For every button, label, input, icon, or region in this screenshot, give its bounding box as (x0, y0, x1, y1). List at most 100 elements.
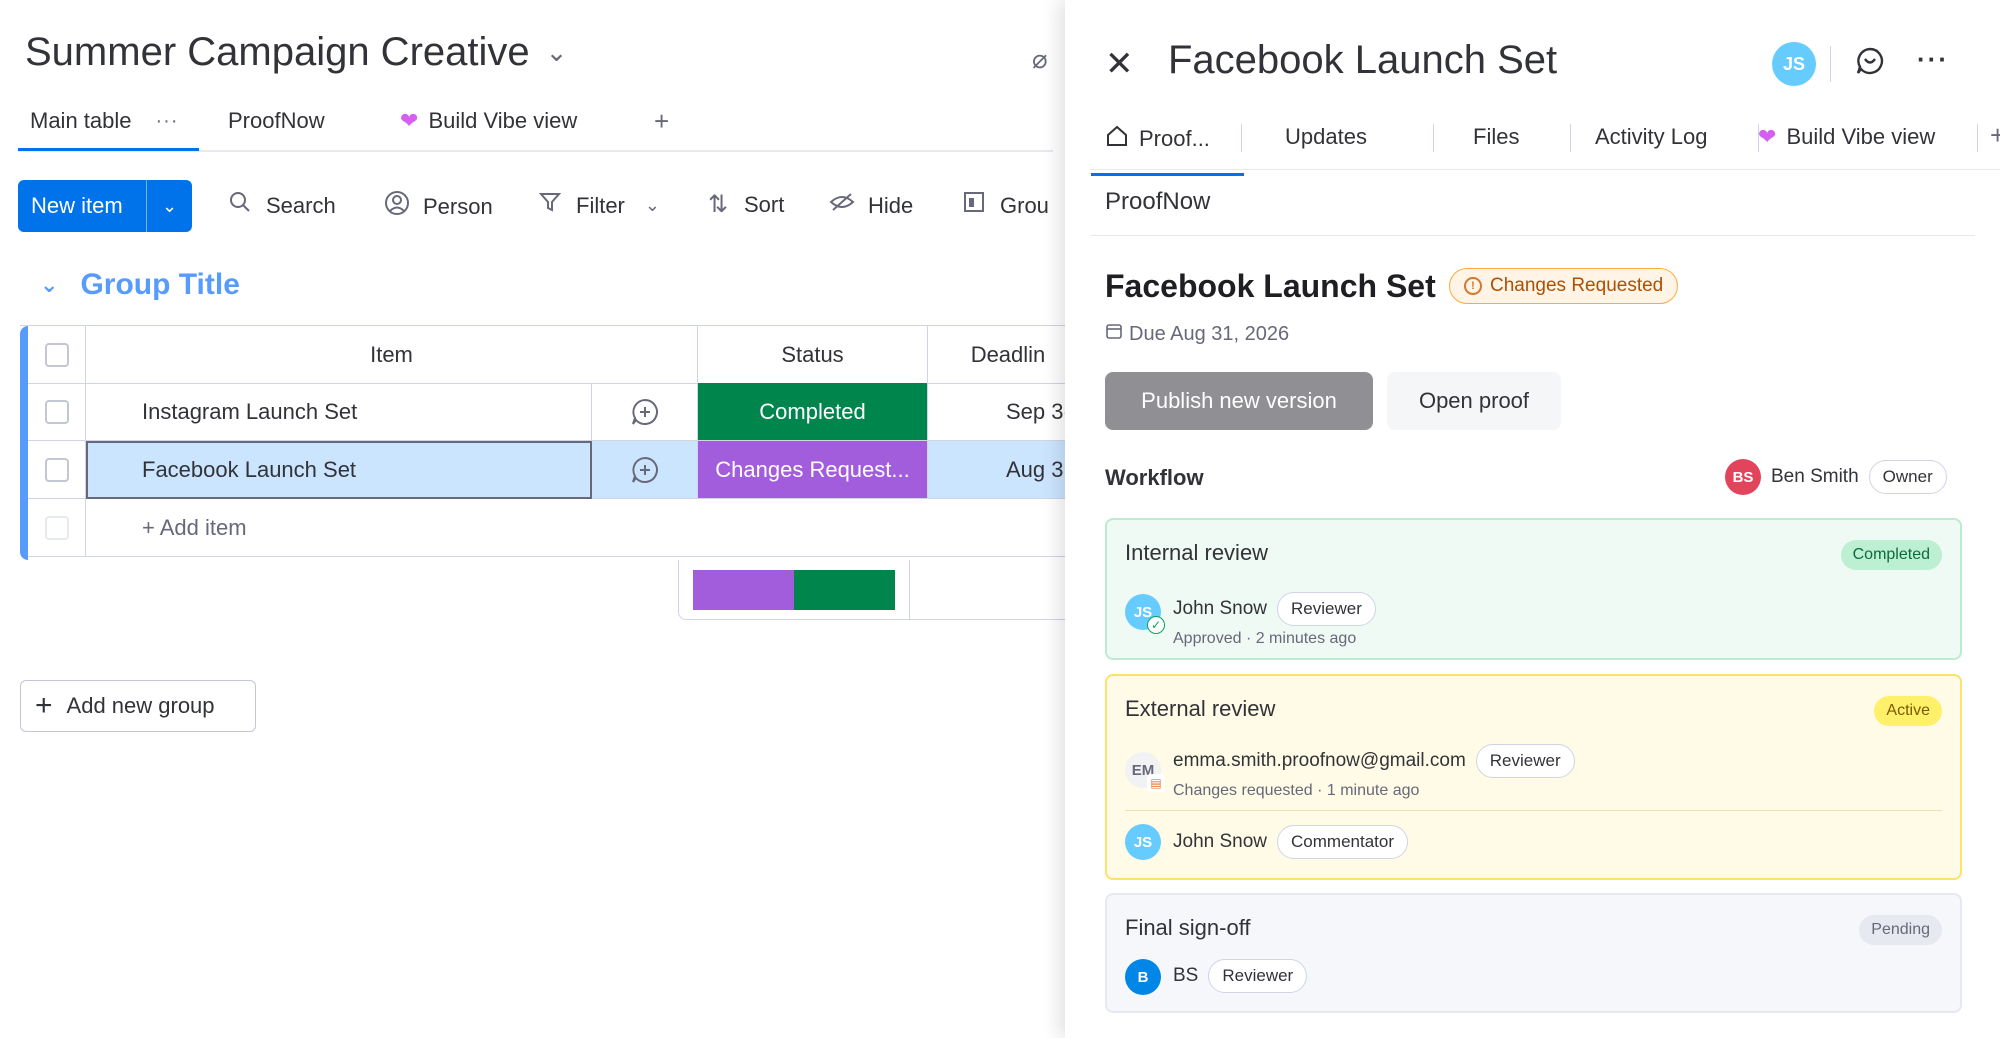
status-summary-bar[interactable] (693, 570, 895, 610)
item-name-cell[interactable]: Instagram Launch Set (86, 383, 592, 441)
status-badge: ! Changes Requested (1449, 268, 1679, 304)
due-date-text: Due Aug 31, 2026 (1129, 322, 1290, 345)
group-by-button[interactable]: Grou (960, 190, 1049, 221)
add-update-icon[interactable] (592, 441, 698, 499)
participant-name: John Snow (1173, 598, 1268, 619)
more-icon[interactable]: ··· (1917, 44, 1949, 75)
stage-internal-review: Internal review Completed JS ✓ John Snow… (1105, 518, 1962, 660)
group-header[interactable]: ⌄ Group Title (40, 268, 240, 302)
person-filter-button[interactable]: Person (383, 190, 493, 223)
role-badge: Commentator (1277, 825, 1408, 859)
tab-updates[interactable]: Updates (1285, 124, 1367, 150)
divider (1125, 810, 1942, 811)
due-date: Due Aug 31, 2026 (1105, 322, 1289, 346)
search-icon (226, 190, 254, 221)
select-all-checkbox[interactable] (44, 342, 69, 367)
tab-label: Files (1473, 124, 1520, 149)
deadline-cell[interactable]: Aug 3 (928, 441, 1065, 499)
status-cell[interactable]: Changes Request... (698, 441, 928, 499)
sort-icon: ⇅ (707, 191, 729, 218)
sort-button[interactable]: ⇅ Sort (704, 190, 784, 219)
add-item-row[interactable]: + Add item (20, 499, 1065, 557)
board-title-text: Summer Campaign Creative (25, 30, 530, 74)
participant-status: Approved · 2 minutes ago (1173, 630, 1357, 647)
tab-main-table[interactable]: Main table ··· (18, 108, 198, 151)
avatar[interactable]: JS (1772, 42, 1816, 86)
stage-participant: JS ✓ John Snow Reviewer Approved · 2 min… (1125, 592, 1376, 648)
item-title: Facebook Launch Set (1105, 268, 1436, 304)
avatar: JS (1125, 824, 1161, 860)
add-view-button[interactable]: + (1990, 120, 2000, 151)
add-new-group-button[interactable]: + Add new group (20, 680, 256, 732)
more-icon[interactable]: ··· (156, 110, 179, 133)
stage-status-badge: Pending (1859, 915, 1942, 945)
tab-separator (1570, 124, 1571, 152)
tab-separator (1241, 124, 1242, 152)
table-row[interactable]: Instagram Launch Set Completed Sep 3( (20, 383, 1065, 441)
deadline-cell[interactable]: Sep 3( (928, 383, 1065, 441)
collapse-icon[interactable]: ⌀ (1032, 44, 1048, 75)
board-title[interactable]: Summer Campaign Creative ⌄ (25, 30, 567, 75)
participant-name: John Snow (1173, 831, 1268, 852)
group-title[interactable]: Group Title (80, 268, 239, 302)
group-label: Grou (1000, 192, 1049, 218)
role-badge: Reviewer (1208, 959, 1308, 993)
board-toolbar: New item ⌄ Search Person Filter ⌄ ⇅ Sort… (18, 180, 1053, 232)
filter-icon (536, 190, 564, 221)
avatar: JS ✓ (1125, 594, 1165, 634)
search-label: Search (266, 192, 336, 218)
tab-build-vibe-view[interactable]: ❤ Build Vibe view (400, 108, 577, 134)
row-checkbox (44, 515, 69, 540)
close-icon[interactable]: ✕ (1105, 44, 1134, 84)
chevron-down-icon[interactable]: ⌄ (645, 195, 660, 216)
tab-build-vibe-view[interactable]: ❤ Build Vibe view (1758, 124, 1935, 150)
tab-files[interactable]: Files (1473, 124, 1519, 150)
stage-status-badge: Active (1874, 696, 1942, 726)
add-update-icon[interactable] (592, 383, 698, 441)
column-header-status[interactable]: Status (698, 326, 928, 384)
status-cell[interactable]: Completed (698, 383, 928, 441)
open-proof-button[interactable]: Open proof (1387, 372, 1561, 430)
filter-button[interactable]: Filter ⌄ (536, 190, 660, 221)
tab-label: Updates (1285, 124, 1367, 149)
stage-title: Internal review (1125, 540, 1269, 565)
row-select-cell (28, 441, 86, 499)
panel-title[interactable]: Facebook Launch Set (1168, 38, 1557, 83)
chevron-down-icon[interactable]: ⌄ (546, 37, 568, 68)
add-view-button[interactable]: + (654, 106, 669, 137)
tab-activity-log[interactable]: Activity Log (1595, 124, 1708, 150)
status-summary (678, 560, 1065, 620)
sort-label: Sort (744, 191, 785, 217)
search-button[interactable]: Search (226, 190, 336, 221)
workflow-label: Workflow (1105, 465, 1204, 490)
column-header-deadline[interactable]: Deadlin (928, 326, 1065, 384)
add-item-input[interactable]: + Add item (86, 499, 1065, 557)
home-icon (1105, 124, 1129, 154)
row-checkbox[interactable] (44, 457, 69, 482)
row-checkbox[interactable] (44, 399, 69, 424)
check-circle-icon: ✓ (1147, 616, 1165, 634)
tab-proofnow[interactable]: Proof... (1091, 124, 1244, 176)
tab-proofnow[interactable]: ProofNow (228, 108, 325, 134)
table-row-selected[interactable]: Facebook Launch Set Changes Request... A… (20, 441, 1065, 499)
chevron-down-icon[interactable]: ⌄ (146, 180, 192, 232)
stage-title: External review (1125, 696, 1276, 721)
filter-label: Filter (576, 192, 625, 218)
stage-participant: EM ▤ emma.smith.proofnow@gmail.com Revie… (1125, 744, 1575, 800)
column-header-item[interactable]: Item (86, 326, 698, 384)
divider (1830, 46, 1831, 82)
status-badge-label: Changes Requested (1490, 275, 1664, 296)
avatar[interactable]: BS (1725, 459, 1761, 495)
hide-button[interactable]: Hide (828, 190, 913, 221)
chevron-down-icon[interactable]: ⌄ (40, 272, 58, 298)
document-icon: ▤ (1147, 774, 1165, 792)
item-name-cell[interactable]: Facebook Launch Set (86, 441, 592, 499)
publish-new-version-button[interactable]: Publish new version (1105, 372, 1373, 430)
chat-icon[interactable] (1855, 46, 1885, 83)
stage-title: Final sign-off (1125, 915, 1251, 940)
new-item-button[interactable]: New item ⌄ (18, 180, 192, 232)
hide-label: Hide (868, 192, 914, 218)
tab-label: Build Vibe view (428, 108, 578, 133)
eye-off-icon (828, 190, 856, 221)
table-header: Item Status Deadlin (20, 325, 1065, 560)
